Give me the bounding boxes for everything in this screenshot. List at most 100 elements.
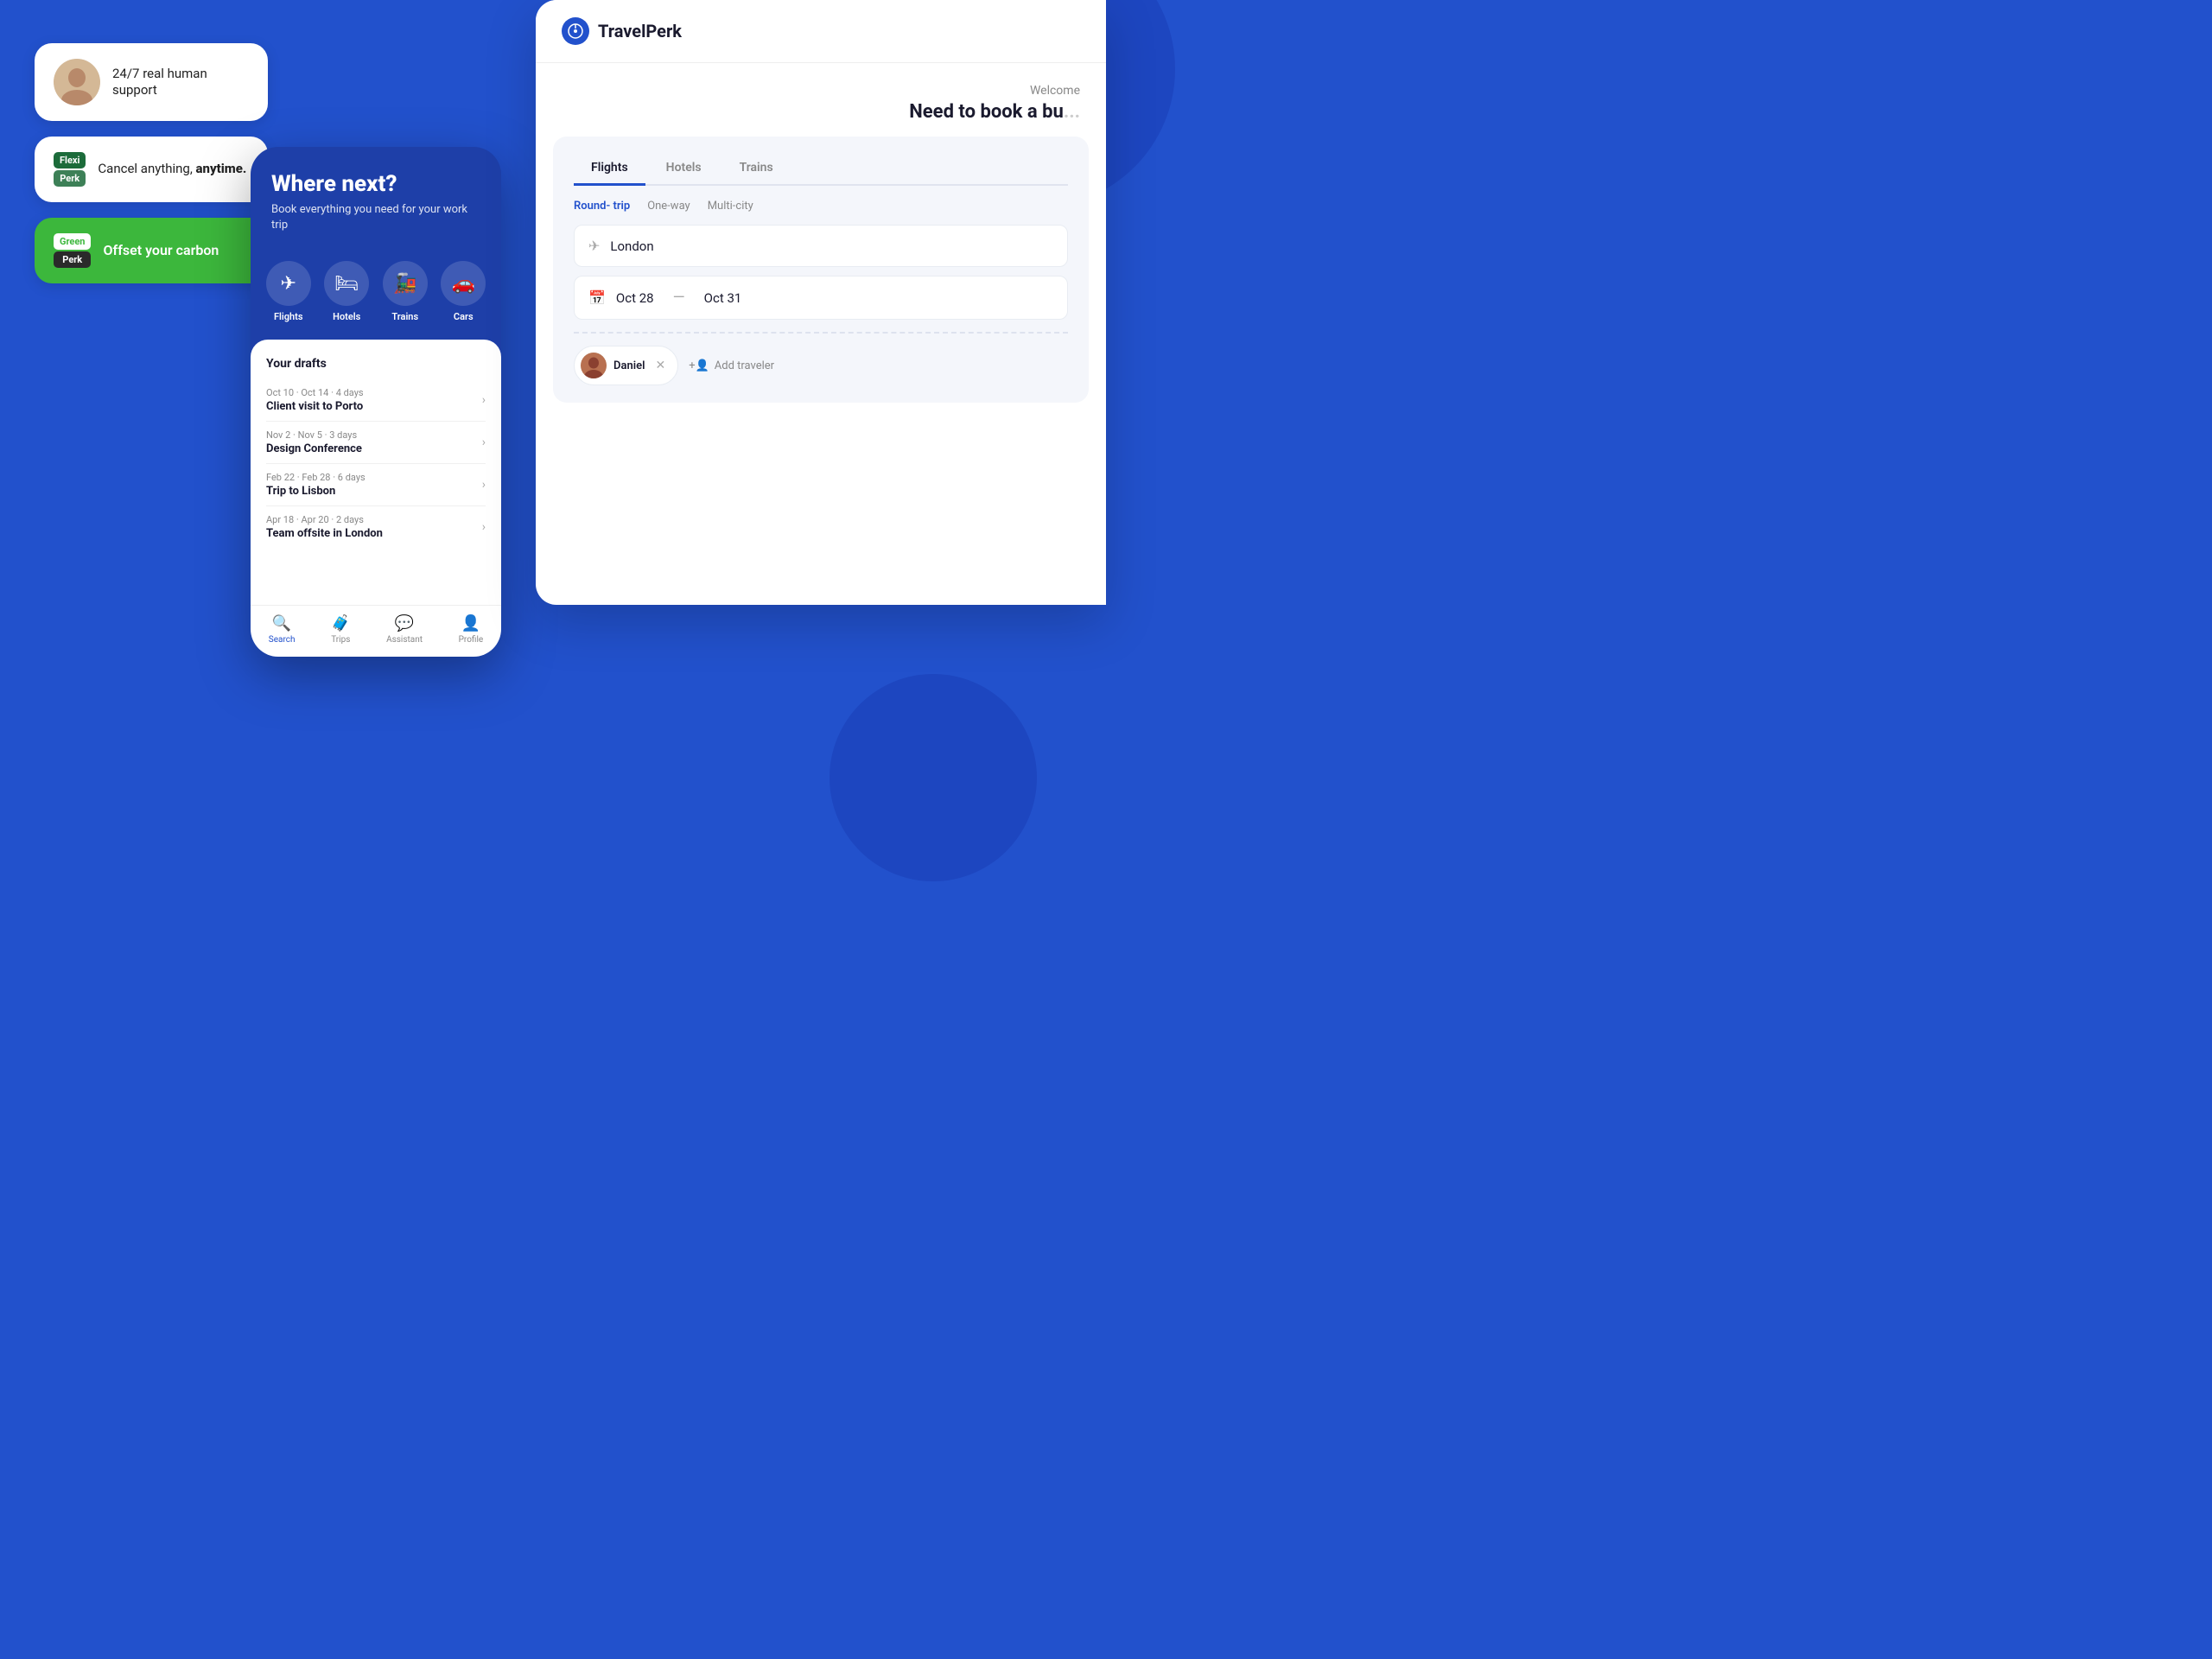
add-traveler-label: Add traveler <box>715 359 774 372</box>
origin-value: London <box>610 238 653 254</box>
origin-field[interactable]: ✈ London <box>574 225 1068 267</box>
logo-text: TravelPerk <box>598 21 682 41</box>
bg-decoration-bottom <box>830 674 1037 881</box>
add-traveler-icon: +👤 <box>689 359 709 372</box>
mobile-icons-row: ✈ Flights 🛏 Hotels 🚂 Trains 🚗 Cars <box>251 247 501 340</box>
draft-london-name: Team offsite in London <box>266 527 383 540</box>
flexi-bubble: Flexi Perk Cancel anything, anytime. <box>35 137 268 202</box>
flexi-badge-bottom: Perk <box>54 170 86 187</box>
assistant-nav-icon: 💬 <box>395 614 414 632</box>
trips-nav-icon: 🧳 <box>331 614 350 632</box>
search-tabs: Flights Hotels Trains <box>574 154 1068 186</box>
trip-type-oneway[interactable]: One-way <box>647 200 690 213</box>
draft-item-porto[interactable]: Oct 10 · Oct 14 · 4 days Client visit to… <box>266 379 486 422</box>
draft-porto-info: Oct 10 · Oct 14 · 4 days Client visit to… <box>266 387 364 413</box>
draft-london-info: Apr 18 · Apr 20 · 2 days Team offsite in… <box>266 514 383 540</box>
mobile-header-title: Where next? <box>271 171 480 197</box>
draft-lisbon-meta: Feb 22 · Feb 28 · 6 days <box>266 472 365 483</box>
nav-assistant[interactable]: 💬 Assistant <box>386 614 423 645</box>
draft-porto-name: Client visit to Porto <box>266 400 364 413</box>
drafts-title: Your drafts <box>266 357 486 371</box>
nav-search[interactable]: 🔍 Search <box>269 614 296 645</box>
cars-icon: 🚗 <box>441 261 486 306</box>
mobile-content: Your drafts Oct 10 · Oct 14 · 4 days Cli… <box>251 340 501 605</box>
flexi-text: Cancel anything, anytime. <box>98 161 246 178</box>
cars-label: Cars <box>454 311 474 322</box>
mobile-app-card: Where next? Book everything you need for… <box>251 147 501 657</box>
date-to: Oct 31 <box>704 290 742 306</box>
draft-item-lisbon[interactable]: Feb 22 · Feb 28 · 6 days Trip to Lisbon … <box>266 464 486 506</box>
traveler-name: Daniel <box>613 359 645 372</box>
trip-type-roundtrip[interactable]: Round- trip <box>574 200 630 213</box>
flights-icon: ✈ <box>266 261 311 306</box>
nav-trips[interactable]: 🧳 Trips <box>331 614 350 645</box>
plane-icon: ✈ <box>588 238 600 254</box>
trip-type-row: Round- trip One-way Multi-city <box>574 200 1068 213</box>
mobile-icon-hotels[interactable]: 🛏 Hotels <box>324 261 369 322</box>
date-separator: — <box>673 289 685 307</box>
tab-trains[interactable]: Trains <box>722 154 791 186</box>
draft-conference-meta: Nov 2 · Nov 5 · 3 days <box>266 429 362 441</box>
mobile-icon-trains[interactable]: 🚂 Trains <box>383 261 428 322</box>
search-nav-icon: 🔍 <box>272 614 291 632</box>
chat-bubbles-section: 24/7 real human support Flexi Perk Cance… <box>35 43 268 299</box>
traveler-remove-button[interactable]: ✕ <box>655 359 665 372</box>
hotels-label: Hotels <box>333 311 360 322</box>
draft-london-meta: Apr 18 · Apr 20 · 2 days <box>266 514 383 525</box>
mobile-header: Where next? Book everything you need for… <box>251 147 501 247</box>
draft-conference-name: Design Conference <box>266 442 362 455</box>
flexi-badge: Flexi Perk <box>54 152 86 187</box>
mobile-icon-cars[interactable]: 🚗 Cars <box>441 261 486 322</box>
flights-label: Flights <box>274 311 303 322</box>
draft-conference-info: Nov 2 · Nov 5 · 3 days Design Conference <box>266 429 362 455</box>
desktop-welcome: Welcome Need to book a bu... <box>536 63 1106 123</box>
add-traveler-button[interactable]: +👤 Add traveler <box>689 359 774 372</box>
assistant-nav-label: Assistant <box>386 635 423 645</box>
trains-icon: 🚂 <box>383 261 428 306</box>
flexi-badge-top: Flexi <box>54 152 86 168</box>
green-bubble: Green Perk Offset your carbon <box>35 218 268 283</box>
desktop-search-area: Flights Hotels Trains Round- trip One-wa… <box>553 137 1089 403</box>
date-field[interactable]: 📅 Oct 28 — Oct 31 <box>574 276 1068 320</box>
draft-lisbon-name: Trip to Lisbon <box>266 485 365 498</box>
logo-icon <box>562 17 589 45</box>
traveler-avatar <box>581 353 607 378</box>
date-from: Oct 28 <box>616 290 654 306</box>
draft-porto-chevron: › <box>482 393 486 407</box>
mobile-header-subtitle: Book everything you need for your work t… <box>271 202 480 233</box>
draft-lisbon-chevron: › <box>482 478 486 492</box>
traveler-chip: Daniel ✕ <box>574 346 678 385</box>
green-text: Offset your carbon <box>103 242 219 260</box>
tab-flights[interactable]: Flights <box>574 154 645 186</box>
green-badge-top: Green <box>54 233 91 250</box>
trips-nav-label: Trips <box>331 635 350 645</box>
welcome-sub: Welcome <box>562 84 1080 98</box>
mobile-bottom-nav: 🔍 Search 🧳 Trips 💬 Assistant 👤 Profile <box>251 605 501 657</box>
support-bubble: 24/7 real human support <box>35 43 268 121</box>
support-text: 24/7 real human support <box>112 66 249 99</box>
desktop-header: TravelPerk <box>536 0 1106 63</box>
green-badge: Green Perk <box>54 233 91 268</box>
profile-nav-icon: 👤 <box>461 614 480 632</box>
draft-lisbon-info: Feb 22 · Feb 28 · 6 days Trip to Lisbon <box>266 472 365 498</box>
search-nav-label: Search <box>269 635 296 645</box>
traveler-row: Daniel ✕ +👤 Add traveler <box>574 346 1068 385</box>
green-badge-bottom: Perk <box>54 251 91 268</box>
section-divider <box>574 332 1068 334</box>
support-avatar <box>54 59 100 105</box>
desktop-app-card: TravelPerk Welcome Need to book a bu... … <box>536 0 1106 605</box>
hotels-icon: 🛏 <box>324 261 369 306</box>
profile-nav-label: Profile <box>459 635 484 645</box>
nav-profile[interactable]: 👤 Profile <box>459 614 484 645</box>
tab-hotels[interactable]: Hotels <box>649 154 719 186</box>
welcome-main: Need to book a bu... <box>562 101 1080 123</box>
draft-london-chevron: › <box>482 520 486 534</box>
trip-type-multicity[interactable]: Multi-city <box>708 200 753 213</box>
draft-item-london[interactable]: Apr 18 · Apr 20 · 2 days Team offsite in… <box>266 506 486 548</box>
calendar-icon: 📅 <box>588 289 606 306</box>
trains-label: Trains <box>391 311 418 322</box>
draft-conference-chevron: › <box>482 435 486 449</box>
draft-porto-meta: Oct 10 · Oct 14 · 4 days <box>266 387 364 398</box>
mobile-icon-flights[interactable]: ✈ Flights <box>266 261 311 322</box>
draft-item-conference[interactable]: Nov 2 · Nov 5 · 3 days Design Conference… <box>266 422 486 464</box>
